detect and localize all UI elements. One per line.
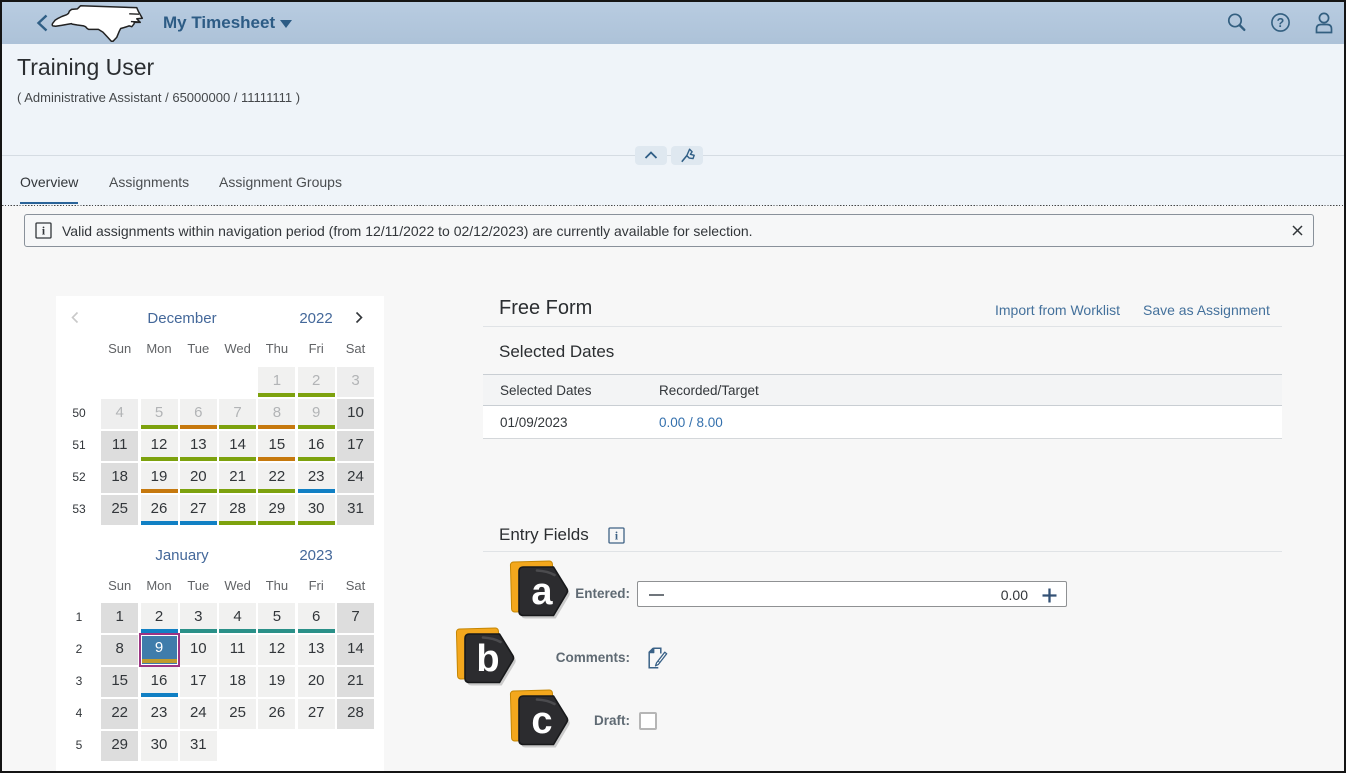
svg-text:?: ?	[1277, 16, 1285, 30]
svg-text:c: c	[531, 700, 552, 742]
svg-text:b: b	[476, 638, 499, 680]
svg-text:i: i	[615, 531, 619, 543]
svg-text:i: i	[42, 226, 46, 238]
svg-text:a: a	[531, 571, 553, 613]
